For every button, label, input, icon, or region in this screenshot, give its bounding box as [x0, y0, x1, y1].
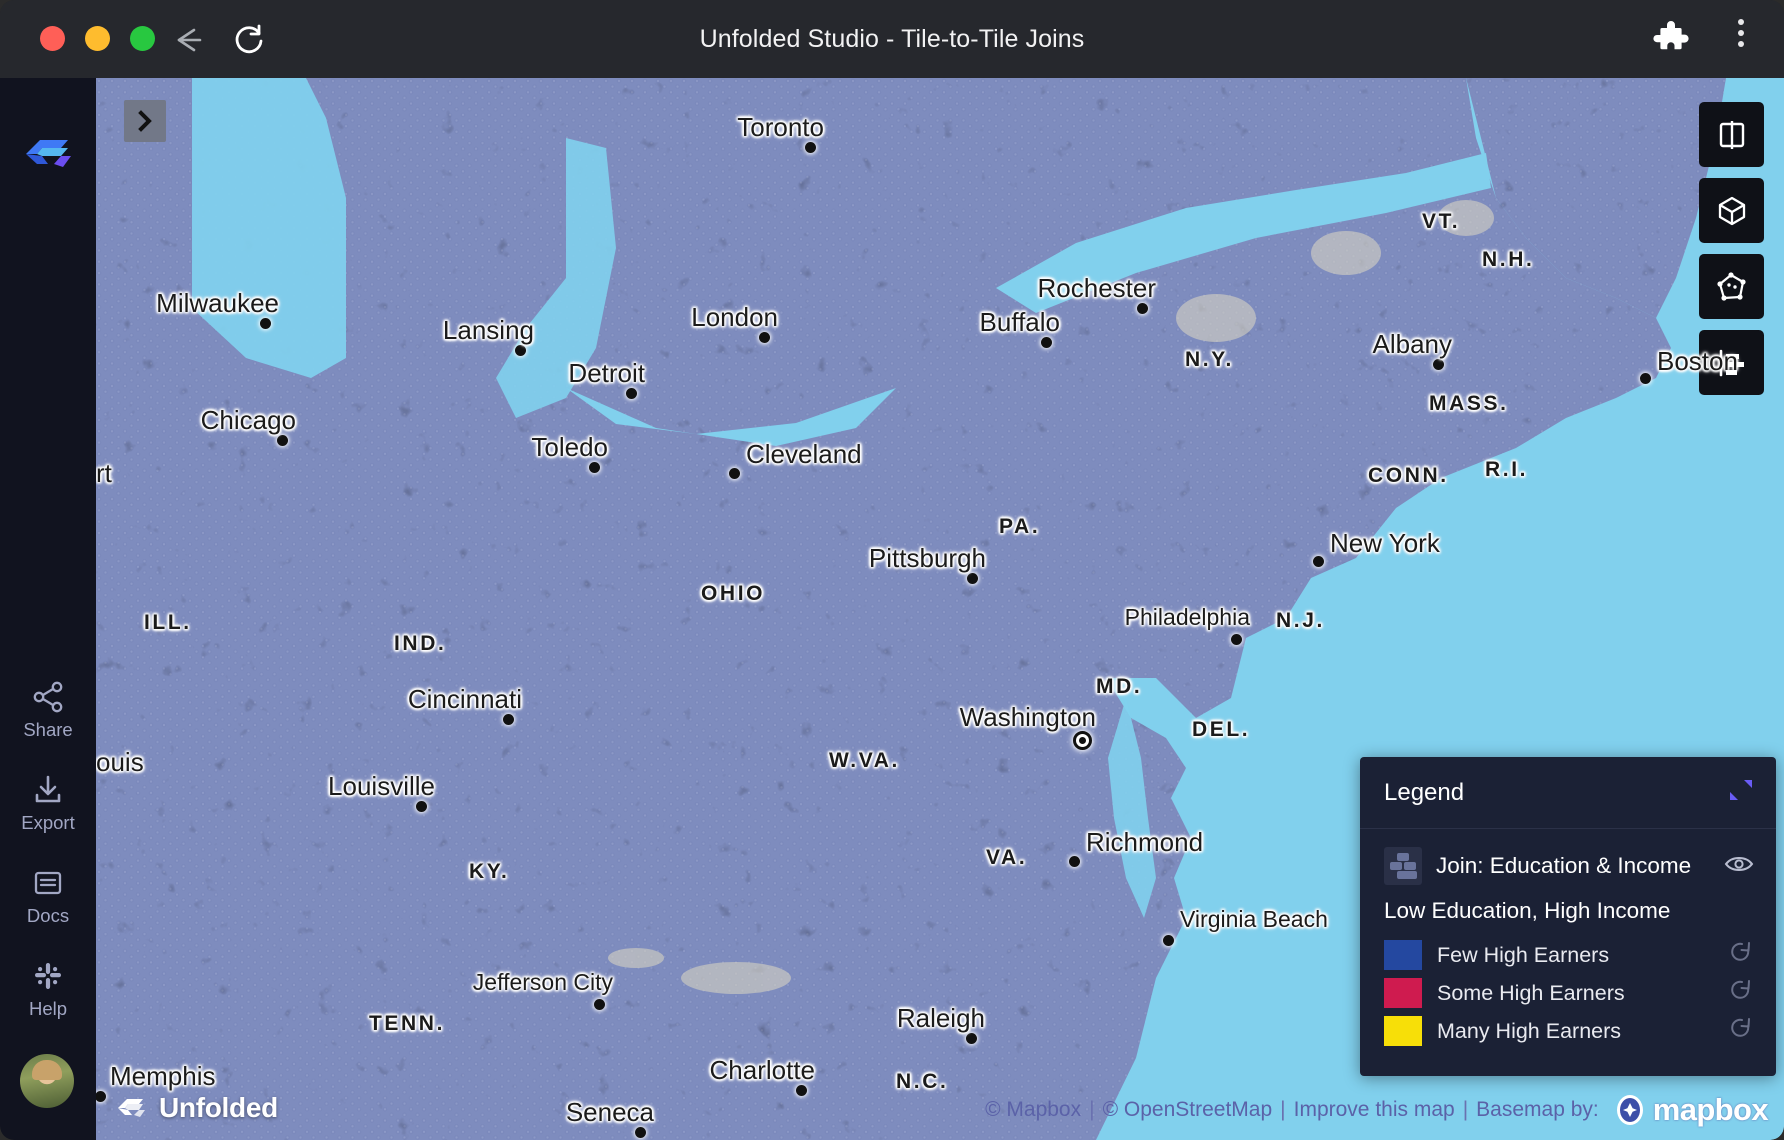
legend-color-swatch[interactable] [1384, 1016, 1422, 1046]
legend-header: Legend [1360, 757, 1776, 829]
sidebar-item-label: Export [21, 812, 75, 833]
legend-item: Few High Earners [1384, 936, 1754, 974]
download-icon [31, 773, 65, 807]
city-marker [277, 435, 288, 446]
city-marker [1433, 359, 1444, 370]
city-marker [1231, 634, 1242, 645]
city-marker [966, 1033, 977, 1044]
share-icon [31, 680, 65, 714]
legend-toggle-button[interactable] [1699, 330, 1764, 395]
attribution-mapbox[interactable]: © Mapbox [985, 1098, 1081, 1122]
watermark-text: Unfolded [159, 1092, 278, 1123]
legend-item: Some High Earners [1384, 974, 1754, 1012]
menu-dot [1738, 30, 1744, 36]
city-marker [729, 468, 740, 479]
sidebar-item-share[interactable]: Share [0, 680, 96, 741]
city-marker [626, 388, 637, 399]
city-marker [594, 999, 605, 1010]
legend-body: Join: Education & Income Low Education, … [1360, 829, 1776, 1076]
title-bar: Unfolded Studio - Tile-to-Tile Joins [0, 0, 1784, 78]
window-title: Unfolded Studio - Tile-to-Tile Joins [699, 25, 1085, 53]
city-marker [1163, 935, 1174, 946]
avatar[interactable] [20, 1054, 74, 1108]
unfolded-logo-icon[interactable] [18, 128, 78, 174]
city-marker [1137, 303, 1148, 314]
sidebar-item-label: Help [28, 998, 68, 1019]
slack-help-icon [31, 959, 65, 993]
app-window: Unfolded Studio - Tile-to-Tile Joins Sha… [0, 0, 1784, 1140]
city-marker [635, 1127, 646, 1138]
reset-icon[interactable] [1728, 940, 1754, 971]
hexbin-layer-icon [1384, 847, 1422, 885]
legend-color-swatch[interactable] [1384, 940, 1422, 970]
split-map-button[interactable] [1699, 102, 1764, 167]
unfolded-watermark: Unfolded [114, 1092, 278, 1124]
docs-icon [31, 866, 65, 900]
3d-map-button[interactable] [1699, 178, 1764, 243]
attribution-openstreetmap[interactable]: © OpenStreetMap [1103, 1098, 1273, 1122]
collapse-arrows-icon[interactable] [1728, 777, 1754, 808]
city-marker [967, 573, 978, 584]
city-marker [589, 462, 600, 473]
sidebar-actions: Share Export Docs Help [0, 680, 96, 1020]
city-marker [796, 1085, 807, 1096]
unfolded-logo-mark-icon [118, 1099, 145, 1117]
attribution-basemap-by: Basemap by: [1476, 1098, 1599, 1121]
capital-city-marker [1073, 731, 1092, 750]
polygon-select-icon [1716, 271, 1746, 301]
map-control-buttons [1699, 102, 1764, 395]
sidebar-item-label: Share [23, 719, 73, 740]
city-marker [260, 318, 271, 329]
legend-layer-name: Join: Education & Income [1436, 853, 1692, 878]
attribution-separator: | [1462, 1098, 1469, 1121]
sidebar-item-docs[interactable]: Docs [0, 866, 96, 927]
city-marker [503, 714, 514, 725]
split-map-icon [1719, 120, 1744, 149]
legend-item-label: Many High Earners [1437, 1018, 1622, 1043]
mapbox-logo[interactable]: mapbox [1613, 1092, 1769, 1128]
legend-field-name: Low Education, High Income [1384, 898, 1671, 923]
cube-icon [1718, 196, 1745, 225]
legend-title: Legend [1384, 778, 1465, 806]
map-canvas-container[interactable]: Toronto London Rochester Buffalo Albany Bosto… [96, 78, 1784, 1140]
reset-icon[interactable] [1728, 978, 1754, 1009]
legend-color-swatch[interactable] [1384, 978, 1422, 1008]
legend-item-label: Few High Earners [1437, 942, 1610, 967]
legend-bars-icon [1719, 349, 1744, 376]
expand-side-panel-button[interactable] [124, 100, 166, 142]
legend-item: Many High Earners [1384, 1012, 1754, 1050]
sidebar-item-export[interactable]: Export [0, 773, 96, 834]
legend-panel: Legend Join: Education & Income Low Educ… [1360, 757, 1776, 1076]
city-marker [1041, 337, 1052, 348]
polygon-select-button[interactable] [1699, 254, 1764, 319]
city-marker [515, 345, 526, 356]
city-marker [1640, 373, 1651, 384]
city-marker [1069, 856, 1080, 867]
city-marker [416, 801, 427, 812]
city-marker [805, 142, 816, 153]
sidebar-item-help[interactable]: Help [0, 959, 96, 1020]
legend-items: Few High Earners Some High Earners Many Hi… [1384, 936, 1754, 1050]
mapbox-wordmark: mapbox [1652, 1092, 1769, 1127]
mapbox-mark-icon [1616, 1095, 1643, 1125]
left-sidebar: Share Export Docs Help [0, 78, 96, 1140]
map-attribution: © Mapbox | © OpenStreetMap | Improve thi… [985, 1092, 1769, 1128]
reset-icon[interactable] [1728, 1016, 1754, 1047]
attribution-separator: | [1280, 1098, 1286, 1121]
city-marker [759, 332, 770, 343]
chevron-right-icon [138, 110, 152, 132]
sidebar-item-label: Docs [26, 905, 70, 926]
eye-icon[interactable] [1724, 853, 1754, 880]
city-marker [1313, 556, 1324, 567]
three-dot-menu-icon[interactable] [1722, 19, 1760, 59]
legend-item-label: Some High Earners [1437, 980, 1625, 1005]
attribution-improve-map[interactable]: Improve this map [1294, 1098, 1455, 1122]
attribution-separator: | [1089, 1098, 1095, 1121]
puzzle-piece-icon[interactable] [1652, 21, 1692, 59]
legend-layer-row[interactable]: Join: Education & Income [1384, 847, 1754, 885]
menu-dot [1738, 19, 1744, 25]
menu-dot [1738, 41, 1744, 47]
